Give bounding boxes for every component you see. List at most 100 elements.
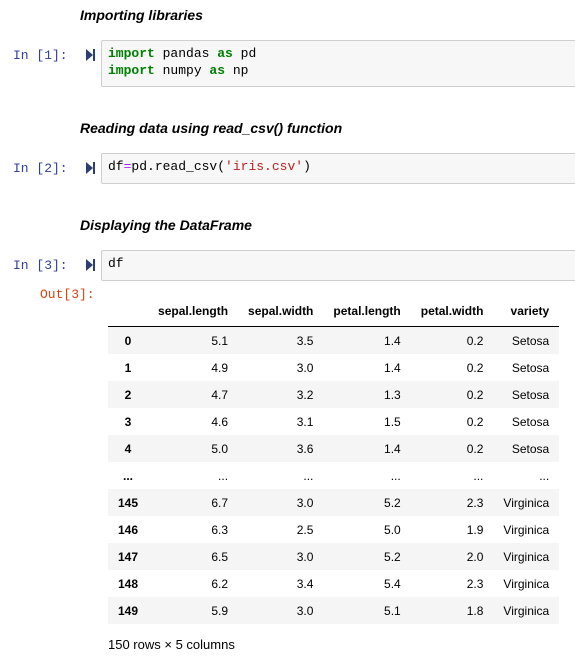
code-cell-3[interactable]: df <box>101 250 575 281</box>
table-cell: 5.1 <box>211 333 229 348</box>
index-header <box>108 296 149 327</box>
table-row: 1 4.9 3.0 1.4 0.2 Setosa <box>108 354 559 381</box>
table-cell: ... <box>390 468 401 483</box>
row-index: 3 <box>124 414 132 429</box>
table-row: .................. <box>108 462 559 489</box>
table-cell: 3.0 <box>296 360 314 375</box>
table-row: 146 6.3 2.5 5.0 1.9 Virginica <box>108 516 559 543</box>
table-row: 149 5.9 3.0 5.1 1.8 Virginica <box>108 597 560 624</box>
code-line: df <box>108 255 569 272</box>
table-cell: 3.6 <box>296 441 314 456</box>
code-token: numpy <box>154 63 210 78</box>
table-cell: 0.2 <box>466 441 484 456</box>
row-index: 149 <box>118 603 139 618</box>
table-cell: Setosa <box>511 414 550 429</box>
table-row: 3 4.6 3.1 1.5 0.2 Setosa <box>108 408 559 435</box>
code-token: import <box>108 63 155 78</box>
table-header-row: sepal.length sepal.width petal.length petal… <box>108 296 560 327</box>
table-cell: 1.9 <box>466 522 484 537</box>
table-cell: 6.3 <box>211 522 229 537</box>
code-cell-1[interactable]: import pandas as pd import numpy as np <box>101 40 575 87</box>
table-cell: 1.4 <box>384 441 401 456</box>
table-cell: 5.0 <box>211 441 229 456</box>
table-cell: ... <box>473 468 484 483</box>
table-cell: 1.8 <box>466 603 484 618</box>
table-cell: 2.3 <box>466 576 484 591</box>
dataframe-shape: 150 rows × 5 columns <box>108 637 235 652</box>
row-index: ... <box>123 468 134 483</box>
code-token: as <box>209 63 226 78</box>
run-cell-icon[interactable] <box>86 49 96 61</box>
table-cell: 5.9 <box>211 603 229 618</box>
table-cell: 4.6 <box>211 414 229 429</box>
table-cell: 6.7 <box>211 495 229 510</box>
run-cell-icon[interactable] <box>86 162 96 174</box>
code-line: import numpy as np <box>108 62 569 79</box>
row-index: 1 <box>124 360 132 375</box>
table-cell: 3.0 <box>296 603 314 618</box>
table-row: 0 5.1 3.5 1.4 0.2 Setosa <box>108 326 560 354</box>
table-cell: 5.2 <box>384 549 401 564</box>
run-cell-icon[interactable] <box>86 259 96 271</box>
table-row: 2 4.7 3.2 1.3 0.2 Setosa <box>108 381 560 408</box>
table-row: 148 6.2 3.4 5.4 2.3 Virginica <box>108 570 559 597</box>
code-token: pandas <box>154 46 218 61</box>
row-index: 0 <box>124 333 132 348</box>
input-prompt-3: In [3]: <box>13 258 68 273</box>
table-cell: 1.4 <box>384 360 401 375</box>
table-cell: 2.0 <box>466 549 484 564</box>
markdown-heading-2: Reading data using read_csv() function <box>80 120 343 136</box>
table-cell: Setosa <box>511 441 550 456</box>
table-cell: ... <box>218 468 229 483</box>
table-cell: 2.5 <box>296 522 314 537</box>
table-cell: 3.1 <box>296 414 314 429</box>
code-token: import <box>108 46 155 61</box>
column-header: petal.width <box>410 296 494 327</box>
column-header: variety <box>493 296 560 327</box>
table-cell: 3.2 <box>296 387 314 402</box>
code-token: df <box>108 256 124 271</box>
row-index: 146 <box>118 522 139 537</box>
table-cell: 5.2 <box>384 495 401 510</box>
row-index: 145 <box>118 495 139 510</box>
row-index: 148 <box>118 576 139 591</box>
row-index: 2 <box>124 387 132 402</box>
code-line: import pandas as pd <box>108 45 569 62</box>
table-cell: ... <box>539 468 550 483</box>
table-cell: 4.7 <box>211 387 229 402</box>
table-cell: 3.0 <box>296 495 314 510</box>
code-line: df=pd.read_csv('iris.csv') <box>108 158 569 175</box>
input-prompt-2: In [2]: <box>13 161 68 176</box>
table-cell: 1.4 <box>384 333 401 348</box>
table-row: 4 5.0 3.6 1.4 0.2 Setosa <box>108 435 560 462</box>
table-cell: Setosa <box>511 387 550 402</box>
column-header: sepal.length <box>148 296 239 327</box>
table-row: 147 6.5 3.0 5.2 2.0 Virginica <box>108 543 560 570</box>
code-token: as <box>217 46 233 61</box>
table-cell: 0.2 <box>466 387 484 402</box>
code-token: np <box>225 63 249 78</box>
table-cell: 2.3 <box>466 495 484 510</box>
code-token: 'iris.csv' <box>225 159 304 174</box>
code-cell-2[interactable]: df=pd.read_csv('iris.csv') <box>101 153 575 184</box>
markdown-heading-1: Importing libraries <box>80 7 203 23</box>
code-token: ) <box>303 159 311 174</box>
table-cell: 5.4 <box>384 576 401 591</box>
table-cell: Virginica <box>503 495 550 510</box>
table-cell: Virginica <box>503 522 550 537</box>
table-cell: 1.5 <box>384 414 401 429</box>
table-cell: Setosa <box>511 360 550 375</box>
code-token: pd.read_csv( <box>131 159 226 174</box>
table-cell: 5.0 <box>384 522 401 537</box>
table-cell: 3.4 <box>296 576 314 591</box>
table-cell: Virginica <box>503 549 550 564</box>
table-cell: 0.2 <box>466 414 484 429</box>
table-cell: Virginica <box>503 576 550 591</box>
output-prompt-3: Out[3]: <box>40 287 95 302</box>
code-token: df <box>108 159 124 174</box>
table-cell: 5.1 <box>384 603 401 618</box>
table-row: 145 6.7 3.0 5.2 2.3 Virginica <box>108 489 560 516</box>
table-cell: 6.5 <box>211 549 229 564</box>
row-index: 4 <box>124 441 132 456</box>
table-cell: 3.5 <box>296 333 314 348</box>
